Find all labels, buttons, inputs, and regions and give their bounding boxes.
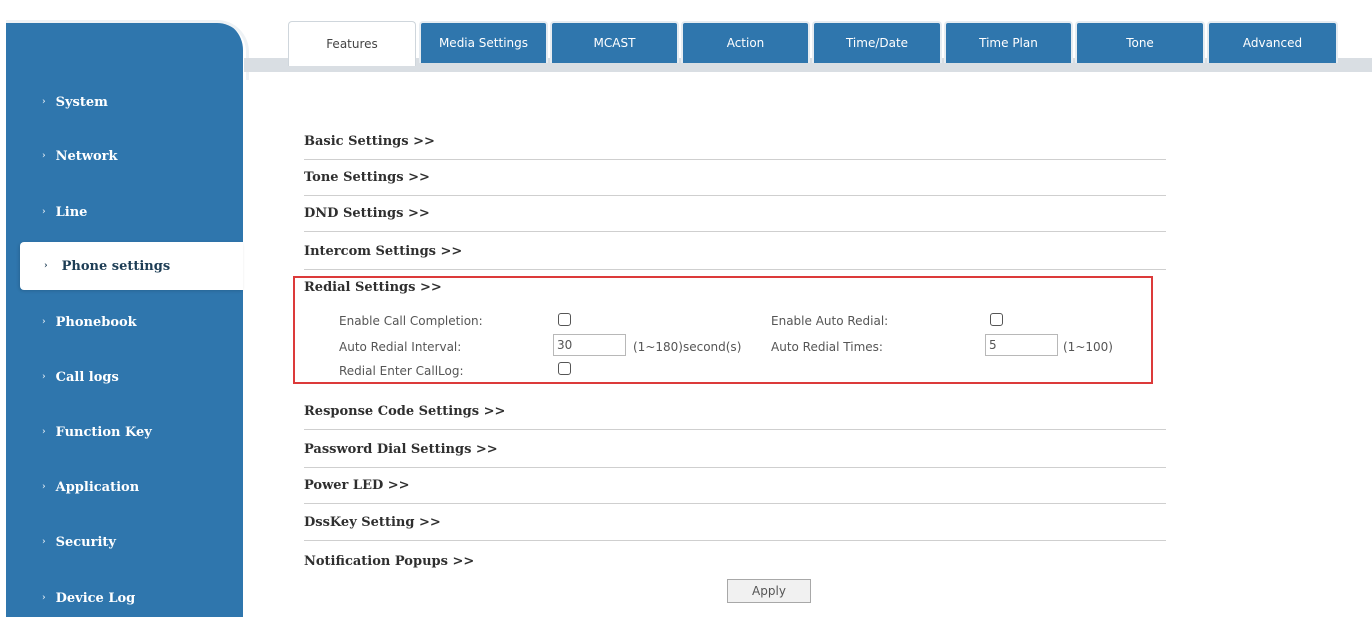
tab-media-settings[interactable]: Media Settings [419, 21, 548, 63]
sidebar-item-label: Line [55, 204, 88, 220]
section-redial-settings[interactable]: Redial Settings >> [304, 280, 442, 295]
sidebar-item-label: Phonebook [55, 314, 137, 330]
sidebar-item-phonebook[interactable]: › Phonebook [6, 298, 243, 346]
section-tone-settings[interactable]: Tone Settings >> [304, 160, 1166, 196]
section-dnd-settings[interactable]: DND Settings >> [304, 196, 1166, 232]
sidebar-item-call-logs[interactable]: › Call logs [6, 353, 243, 401]
section-response-code-settings[interactable]: Response Code Settings >> [304, 394, 1166, 430]
sidebar-item-label: Network [55, 148, 118, 164]
chevron-right-icon: › [42, 372, 46, 382]
section-basic-settings[interactable]: Basic Settings >> [304, 124, 1166, 160]
enable-auto-redial-label: Enable Auto Redial: [771, 314, 889, 328]
sidebar-item-phone-settings[interactable]: › Phone settings [20, 242, 243, 290]
enable-auto-redial-checkbox[interactable] [990, 313, 1003, 326]
redial-enter-calllog-label: Redial Enter CallLog: [339, 364, 464, 378]
apply-button[interactable]: Apply [727, 579, 811, 603]
tab-features[interactable]: Features [288, 21, 416, 66]
enable-call-completion-checkbox[interactable] [558, 313, 571, 326]
tab-time-date[interactable]: Time/Date [812, 21, 942, 63]
auto-redial-interval-input[interactable] [553, 334, 626, 356]
sidebar-item-label: Call logs [55, 369, 119, 385]
chevron-right-icon: › [44, 261, 48, 271]
section-notification-popups[interactable]: Notification Popups >> [304, 543, 1166, 579]
sidebar-item-label: Device Log [55, 590, 136, 606]
sidebar-item-line[interactable]: › Line [6, 188, 243, 236]
sidebar-item-system[interactable]: › System [6, 78, 243, 126]
sidebar-item-network[interactable]: › Network [6, 132, 243, 180]
enable-call-completion-label: Enable Call Completion: [339, 314, 483, 328]
section-dsskey-setting[interactable]: DssKey Setting >> [304, 505, 1166, 541]
chevron-right-icon: › [42, 427, 46, 437]
tab-time-plan[interactable]: Time Plan [944, 21, 1073, 63]
chevron-right-icon: › [42, 97, 46, 107]
chevron-right-icon: › [42, 482, 46, 492]
sidebar-item-application[interactable]: › Application [6, 463, 243, 511]
sidebar-item-label: Security [55, 534, 116, 550]
sidebar-item-label: Function Key [55, 424, 152, 440]
chevron-right-icon: › [42, 317, 46, 327]
tab-tone[interactable]: Tone [1075, 21, 1205, 63]
section-power-led[interactable]: Power LED >> [304, 468, 1166, 504]
auto-redial-times-input[interactable] [985, 334, 1058, 356]
tab-action[interactable]: Action [681, 21, 810, 63]
chevron-right-icon: › [42, 151, 46, 161]
auto-redial-interval-hint: (1~180)second(s) [633, 340, 742, 354]
sidebar-item-label: Phone settings [61, 258, 171, 274]
tab-mcast[interactable]: MCAST [550, 21, 679, 63]
redial-enter-calllog-checkbox[interactable] [558, 362, 571, 375]
tab-advanced[interactable]: Advanced [1207, 21, 1338, 63]
chevron-right-icon: › [42, 537, 46, 547]
auto-redial-interval-label: Auto Redial Interval: [339, 340, 462, 354]
sidebar-item-device-log[interactable]: › Device Log [6, 574, 243, 617]
chevron-right-icon: › [42, 593, 46, 603]
auto-redial-times-hint: (1~100) [1063, 340, 1113, 354]
section-password-dial-settings[interactable]: Password Dial Settings >> [304, 432, 1166, 468]
sidebar-item-function-key[interactable]: › Function Key [6, 408, 243, 456]
sidebar-item-security[interactable]: › Security [6, 518, 243, 566]
auto-redial-times-label: Auto Redial Times: [771, 340, 883, 354]
sidebar-item-label: Application [55, 479, 140, 495]
chevron-right-icon: › [42, 207, 46, 217]
sidebar-item-label: System [55, 94, 108, 110]
section-intercom-settings[interactable]: Intercom Settings >> [304, 234, 1166, 270]
